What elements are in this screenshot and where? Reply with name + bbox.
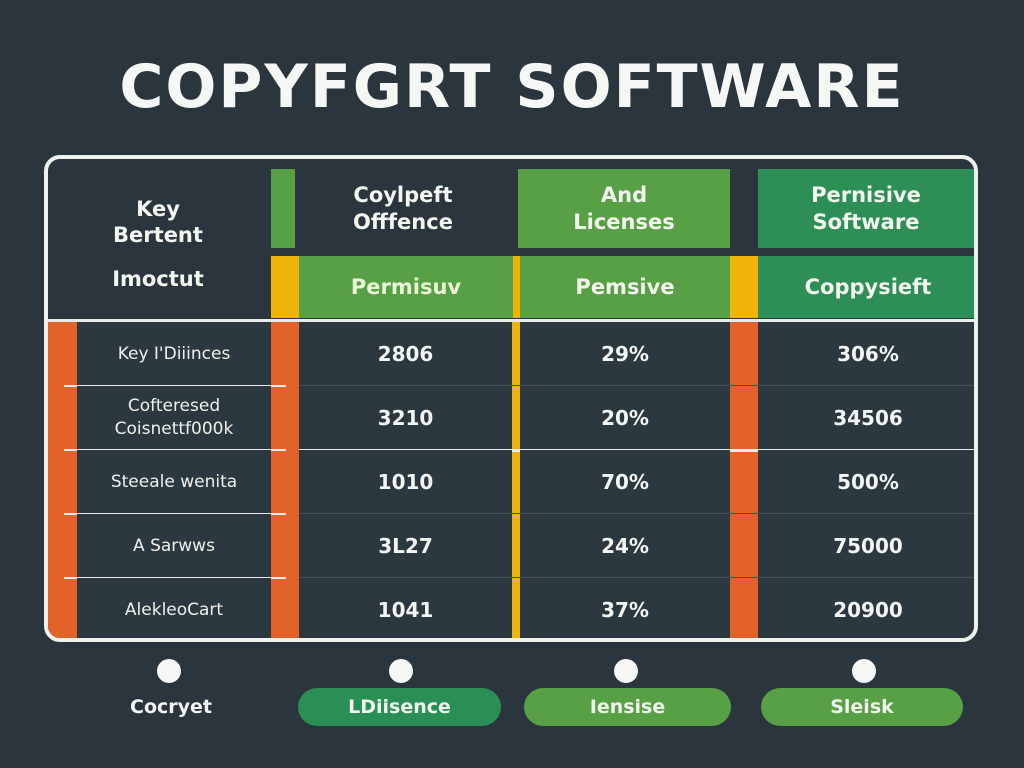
column-header-1-line1: Coylpeft <box>353 183 453 208</box>
column-header-3-line1: Pernisive <box>811 183 921 208</box>
row-label: Key I'Diiinces <box>77 322 271 386</box>
row-label: AlekleoCart <box>77 578 271 638</box>
column-subheader-2: Pemsive <box>520 256 730 318</box>
row-label: A Sarwws <box>77 514 271 578</box>
row-label-line1: Steeale wenita <box>110 471 238 492</box>
column-1-accent <box>271 169 295 248</box>
legend-item-3: Iensise <box>524 688 731 726</box>
row-label-accent <box>48 322 77 638</box>
page-title: COPYFGRT SOFTWARE <box>119 52 905 122</box>
table-cell: 20900 <box>758 578 974 638</box>
column-header-1-line2: Offfence <box>353 209 453 234</box>
row-label-line2: Coisnettf000k <box>114 419 234 439</box>
legend-item-2-label: LDiisence <box>348 696 451 718</box>
corner-header-line1: Key <box>136 196 180 221</box>
row-label-line1: A Sarwws <box>133 535 215 556</box>
legend-item-4: Sleisk <box>761 688 963 726</box>
column-2-divider <box>512 322 520 638</box>
comparison-table: Key Bertent Imoctut Coylpeft Offfence An… <box>44 155 978 642</box>
table-cell: 70% <box>520 450 730 514</box>
corner-header-line2: Bertent <box>113 222 203 247</box>
row-label: Cofteresed Coisnettf000k <box>77 386 271 450</box>
table-cell: 3210 <box>299 386 512 450</box>
column-header-2-line1: And <box>600 183 648 208</box>
table-cell: 1010 <box>299 450 512 514</box>
table-cell: 34506 <box>758 386 974 450</box>
table-cell: 306% <box>758 322 974 386</box>
table-cell: 37% <box>520 578 730 638</box>
corner-header: Key Bertent Imoctut <box>48 169 268 319</box>
legend-item-4-label: Sleisk <box>830 696 894 718</box>
column-1-sub-accent <box>271 256 299 318</box>
column-3-body-accent <box>730 322 758 638</box>
row-label: Steeale wenita <box>77 450 271 514</box>
column-2-divider-top <box>513 256 520 318</box>
column-header-1: Coylpeft Offfence <box>298 169 508 248</box>
legend-item-3-label: Iensise <box>589 696 666 718</box>
table-cell: 500% <box>758 450 974 514</box>
table-cell: 29% <box>520 322 730 386</box>
row-label-line1: Cofteresed <box>127 396 221 417</box>
legend-dot-3 <box>614 659 638 683</box>
legend-dot-2 <box>389 659 413 683</box>
row-label-line1: AlekleoCart <box>124 599 224 620</box>
legend-item-2: LDiisence <box>298 688 501 726</box>
legend-dot-4 <box>852 659 876 683</box>
table-cell: 75000 <box>758 514 974 578</box>
table-cell: 24% <box>520 514 730 578</box>
legend-dot-1 <box>157 659 181 683</box>
column-1-body-accent <box>271 322 299 638</box>
column-3-sub-accent <box>730 256 758 318</box>
corner-header-line3: Imoctut <box>112 267 204 292</box>
row-label-line1: Key I'Diiinces <box>117 343 231 364</box>
column-header-3: Pernisive Software <box>758 169 974 248</box>
column-header-2: And Licenses <box>518 169 730 248</box>
table-cell: 20% <box>520 386 730 450</box>
table-cell: 3L27 <box>299 514 512 578</box>
table-cell: 2806 <box>299 322 512 386</box>
legend-item-1: Cocryet <box>130 696 212 718</box>
column-subheader-1: Permisuv <box>299 256 513 318</box>
table-cell: 1041 <box>299 578 512 638</box>
column-header-2-line2: Licenses <box>573 209 675 234</box>
column-subheader-3: Coppysieft <box>758 256 974 318</box>
column-header-3-line2: Software <box>812 209 920 234</box>
